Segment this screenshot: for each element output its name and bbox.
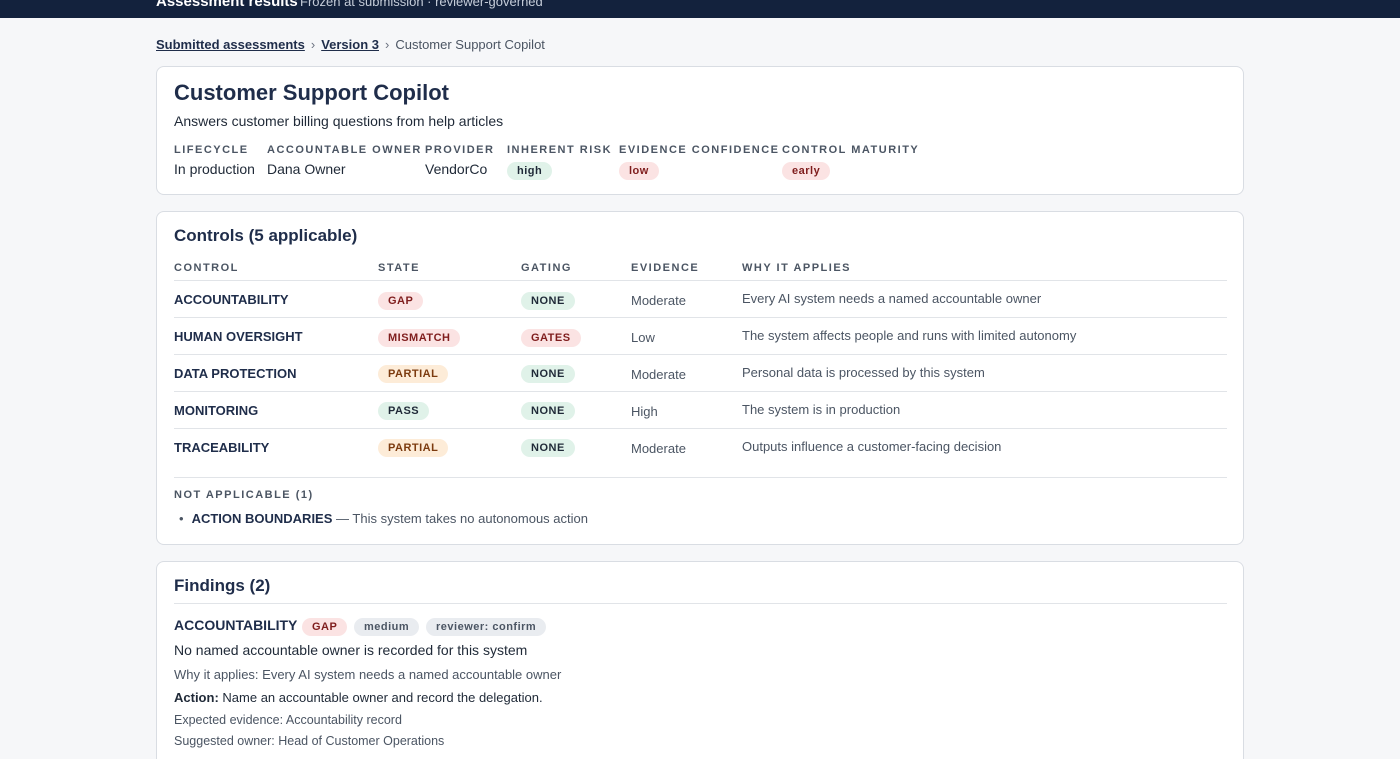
control-name: HUMAN OVERSIGHT [174,329,303,344]
control-name: ACCOUNTABILITY [174,292,289,307]
evidence-level: Moderate [631,293,686,308]
action-label: Action: [174,690,219,705]
finding-why: Why it applies: Every AI system needs a … [174,667,562,682]
column-header-gating: GATING [521,262,572,274]
controls-heading: Controls (5 applicable) [174,226,358,245]
divider [174,354,1227,355]
gating-badge: NONE [521,402,575,420]
provider-label: PROVIDER [425,144,495,156]
app-subtitle: Frozen at submission · reviewer-governed [300,0,543,9]
why-applies: The system affects people and runs with … [742,328,1077,343]
column-header-why: WHY IT APPLIES [742,262,852,274]
state-badge: PARTIAL [378,365,449,383]
breadcrumb-link-version[interactable]: Version 3 [321,37,379,52]
lifecycle-label: LIFECYCLE [174,144,249,156]
expected-evidence: Expected evidence: Accountability record [174,713,402,727]
finding-summary: No named accountable owner is recorded f… [174,642,528,658]
inherent-risk-label: INHERENT RISK [507,144,613,156]
column-header-state: STATE [378,262,420,274]
not-applicable-reason: — This system takes no autonomous action [336,511,588,526]
not-applicable-item: • ACTION BOUNDARIES — This system takes n… [179,511,588,526]
control-name: DATA PROTECTION [174,366,297,381]
gating-badge: NONE [521,439,575,457]
evidence-confidence-badge: low [619,162,659,180]
reviewer-status-badge: reviewer: confirm [426,618,547,636]
breadcrumb-current: Customer Support Copilot [395,37,545,52]
suggested-owner: Suggested owner: Head of Customer Operat… [174,734,445,748]
bullet: • [179,511,184,526]
state-badge: PARTIAL [378,439,449,457]
page-title: Customer Support Copilot [174,80,449,105]
why-applies: The system is in production [742,402,901,417]
state-badge: GAP [378,292,424,310]
why-applies: Outputs influence a customer-facing deci… [742,439,1002,454]
finding-severity-badge: medium [354,618,420,636]
why-applies: Personal data is processed by this syste… [742,365,985,380]
gating-badge: NONE [521,292,575,310]
state-badge: PASS [378,402,430,420]
evidence-level: High [631,404,658,419]
control-maturity-badge: early [782,162,831,180]
evidence-level: Low [631,330,655,345]
lifecycle-value: In production [174,161,255,177]
finding-control: ACCOUNTABILITY [174,617,298,633]
not-applicable-heading: NOT APPLICABLE (1) [174,489,314,501]
divider [174,603,1227,604]
owner-label: ACCOUNTABLE OWNER [267,144,422,156]
system-summary-card: Customer Support Copilot Answers custome… [156,66,1244,195]
divider [174,280,1227,281]
findings-heading: Findings (2) [174,576,271,595]
not-applicable-control: ACTION BOUNDARIES [191,511,333,526]
provider-value: VendorCo [425,161,488,177]
findings-card: Findings (2) ACCOUNTABILITY GAP medium r… [156,561,1244,759]
breadcrumb-link-submitted[interactable]: Submitted assessments [156,37,305,52]
column-header-control: CONTROL [174,262,239,274]
why-applies: Every AI system needs a named accountabl… [742,291,1042,306]
column-header-evidence: EVIDENCE [631,262,700,274]
gating-badge: GATES [521,329,581,347]
gating-badge: NONE [521,365,575,383]
breadcrumb-separator: › [385,37,390,52]
evidence-level: Moderate [631,367,686,382]
divider [174,428,1227,429]
inherent-risk-badge: high [507,162,553,180]
divider [174,317,1227,318]
divider [174,391,1227,392]
action-text: Name an accountable owner and record the… [222,690,543,705]
evidence-level: Moderate [631,441,686,456]
breadcrumb: Submitted assessments › Version 3 › Customer… [156,37,545,52]
evidence-confidence-label: EVIDENCE CONFIDENCE [619,144,780,156]
system-description: Answers customer billing questions from … [174,113,504,129]
finding-action: Action: Name an accountable owner and re… [174,690,543,705]
divider [174,477,1227,478]
state-badge: MISMATCH [378,329,461,347]
control-name: TRACEABILITY [174,440,270,455]
app-title: Assessment results [156,0,298,10]
controls-card: Controls (5 applicable) CONTROL STATE GA… [156,211,1244,545]
top-bar: Assessment results Frozen at submission … [0,0,1400,18]
control-name: MONITORING [174,403,259,418]
breadcrumb-separator: › [310,37,316,52]
finding-state-badge: GAP [302,618,348,636]
control-maturity-label: CONTROL MATURITY [782,144,920,156]
owner-value: Dana Owner [267,161,346,177]
